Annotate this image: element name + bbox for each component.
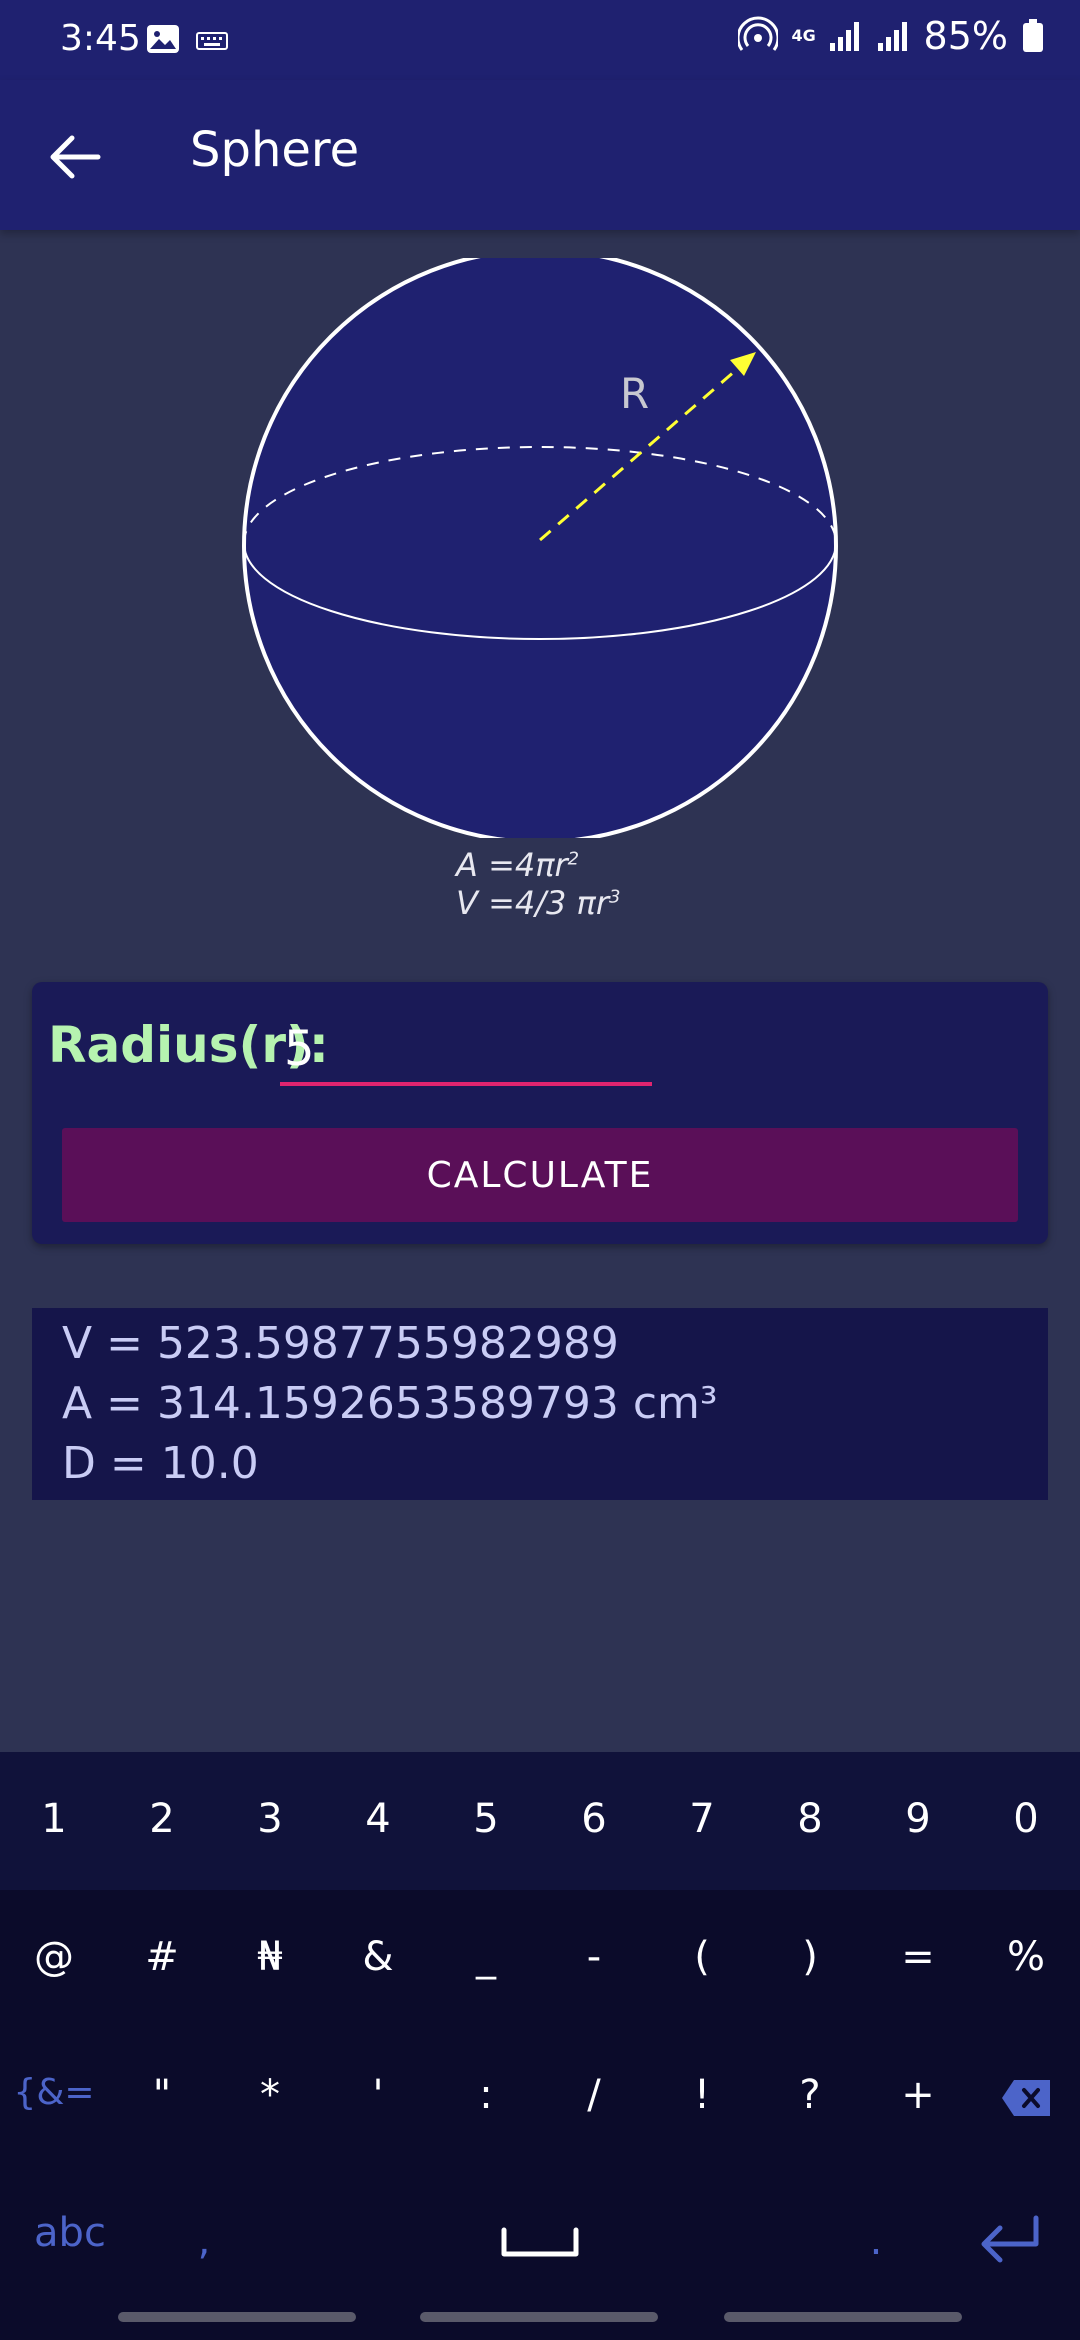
key-exclamation[interactable]: ! bbox=[648, 2072, 756, 2118]
sphere-diagram: R bbox=[242, 258, 838, 838]
key-slash[interactable]: / bbox=[540, 2072, 648, 2118]
hotspot-icon bbox=[737, 16, 778, 51]
key-question[interactable]: ? bbox=[756, 2072, 864, 2118]
key-5[interactable]: 5 bbox=[432, 1796, 540, 1842]
enter-icon[interactable] bbox=[976, 2214, 1042, 2266]
status-bar: 3:45 4G 85% bbox=[0, 0, 1080, 80]
key-abc[interactable]: abc bbox=[16, 2210, 124, 2256]
key-symbols-toggle[interactable]: {&= bbox=[0, 2072, 108, 2113]
key-dash[interactable]: - bbox=[540, 1934, 648, 1980]
space-bar[interactable] bbox=[500, 2226, 580, 2260]
key-naira[interactable]: ₦ bbox=[216, 1934, 324, 1980]
key-close-paren[interactable]: ) bbox=[756, 1934, 864, 1980]
backspace-icon[interactable] bbox=[1000, 2078, 1052, 2118]
key-quote[interactable]: " bbox=[108, 2072, 216, 2118]
key-apostrophe[interactable]: ' bbox=[324, 2072, 432, 2118]
nav-pill-left bbox=[118, 2312, 356, 2322]
key-6[interactable]: 6 bbox=[540, 1796, 648, 1842]
keyboard-number-row: 1 2 3 4 5 6 7 8 9 0 bbox=[0, 1752, 1080, 1890]
app-bar: Sphere bbox=[0, 80, 1080, 230]
key-4[interactable]: 4 bbox=[324, 1796, 432, 1842]
back-arrow-icon[interactable] bbox=[40, 122, 110, 192]
status-time: 3:45 bbox=[60, 18, 141, 59]
key-ampersand[interactable]: & bbox=[324, 1934, 432, 1980]
sphere-outline bbox=[242, 258, 838, 838]
keyboard: 1 2 3 4 5 6 7 8 9 0 @ # ₦ & _ - ( ) = % … bbox=[0, 1752, 1080, 2340]
key-at[interactable]: @ bbox=[0, 1934, 108, 1980]
key-percent[interactable]: % bbox=[972, 1934, 1080, 1980]
key-asterisk[interactable]: * bbox=[216, 2072, 324, 2118]
key-colon[interactable]: : bbox=[432, 2072, 540, 2118]
volume-result: V = 523.5987755982989 bbox=[62, 1318, 619, 1369]
key-7[interactable]: 7 bbox=[648, 1796, 756, 1842]
key-equals[interactable]: = bbox=[864, 1934, 972, 1980]
nav-pill-right bbox=[724, 2312, 962, 2322]
key-period[interactable]: . bbox=[822, 2218, 930, 2264]
key-1[interactable]: 1 bbox=[0, 1796, 108, 1842]
radius-label: R bbox=[620, 369, 649, 418]
signal-icon-2 bbox=[877, 22, 907, 51]
calculate-button[interactable]: CALCULATE bbox=[62, 1128, 1018, 1222]
battery-percent: 85% bbox=[923, 14, 1008, 58]
radius-input[interactable] bbox=[280, 1016, 652, 1086]
volume-formula: V =4/3 πr3 bbox=[456, 884, 621, 922]
keyboard-status-icon bbox=[196, 32, 228, 50]
status-right: 4G 85% bbox=[737, 14, 1044, 58]
key-3[interactable]: 3 bbox=[216, 1796, 324, 1842]
input-card: Radius(r): CALCULATE bbox=[32, 982, 1048, 1244]
key-underscore[interactable]: _ bbox=[432, 1934, 540, 1980]
key-hash[interactable]: # bbox=[108, 1934, 216, 1980]
battery-icon bbox=[1023, 19, 1043, 52]
area-result: A = 314.1592653589793 cm³ bbox=[62, 1378, 718, 1429]
gallery-icon bbox=[147, 25, 179, 53]
key-0[interactable]: 0 bbox=[972, 1796, 1080, 1842]
key-open-paren[interactable]: ( bbox=[648, 1934, 756, 1980]
key-comma[interactable]: , bbox=[150, 2218, 258, 2264]
network-type: 4G bbox=[791, 26, 816, 45]
nav-pill-center bbox=[420, 2312, 658, 2322]
page-title: Sphere bbox=[190, 122, 360, 178]
key-2[interactable]: 2 bbox=[108, 1796, 216, 1842]
diameter-result: D = 10.0 bbox=[62, 1438, 259, 1489]
signal-icon bbox=[829, 22, 859, 51]
area-formula: A =4πr2 bbox=[456, 846, 580, 884]
key-8[interactable]: 8 bbox=[756, 1796, 864, 1842]
key-9[interactable]: 9 bbox=[864, 1796, 972, 1842]
results-panel: V = 523.5987755982989 A = 314.1592653589… bbox=[32, 1308, 1048, 1500]
key-plus[interactable]: + bbox=[864, 2072, 972, 2118]
